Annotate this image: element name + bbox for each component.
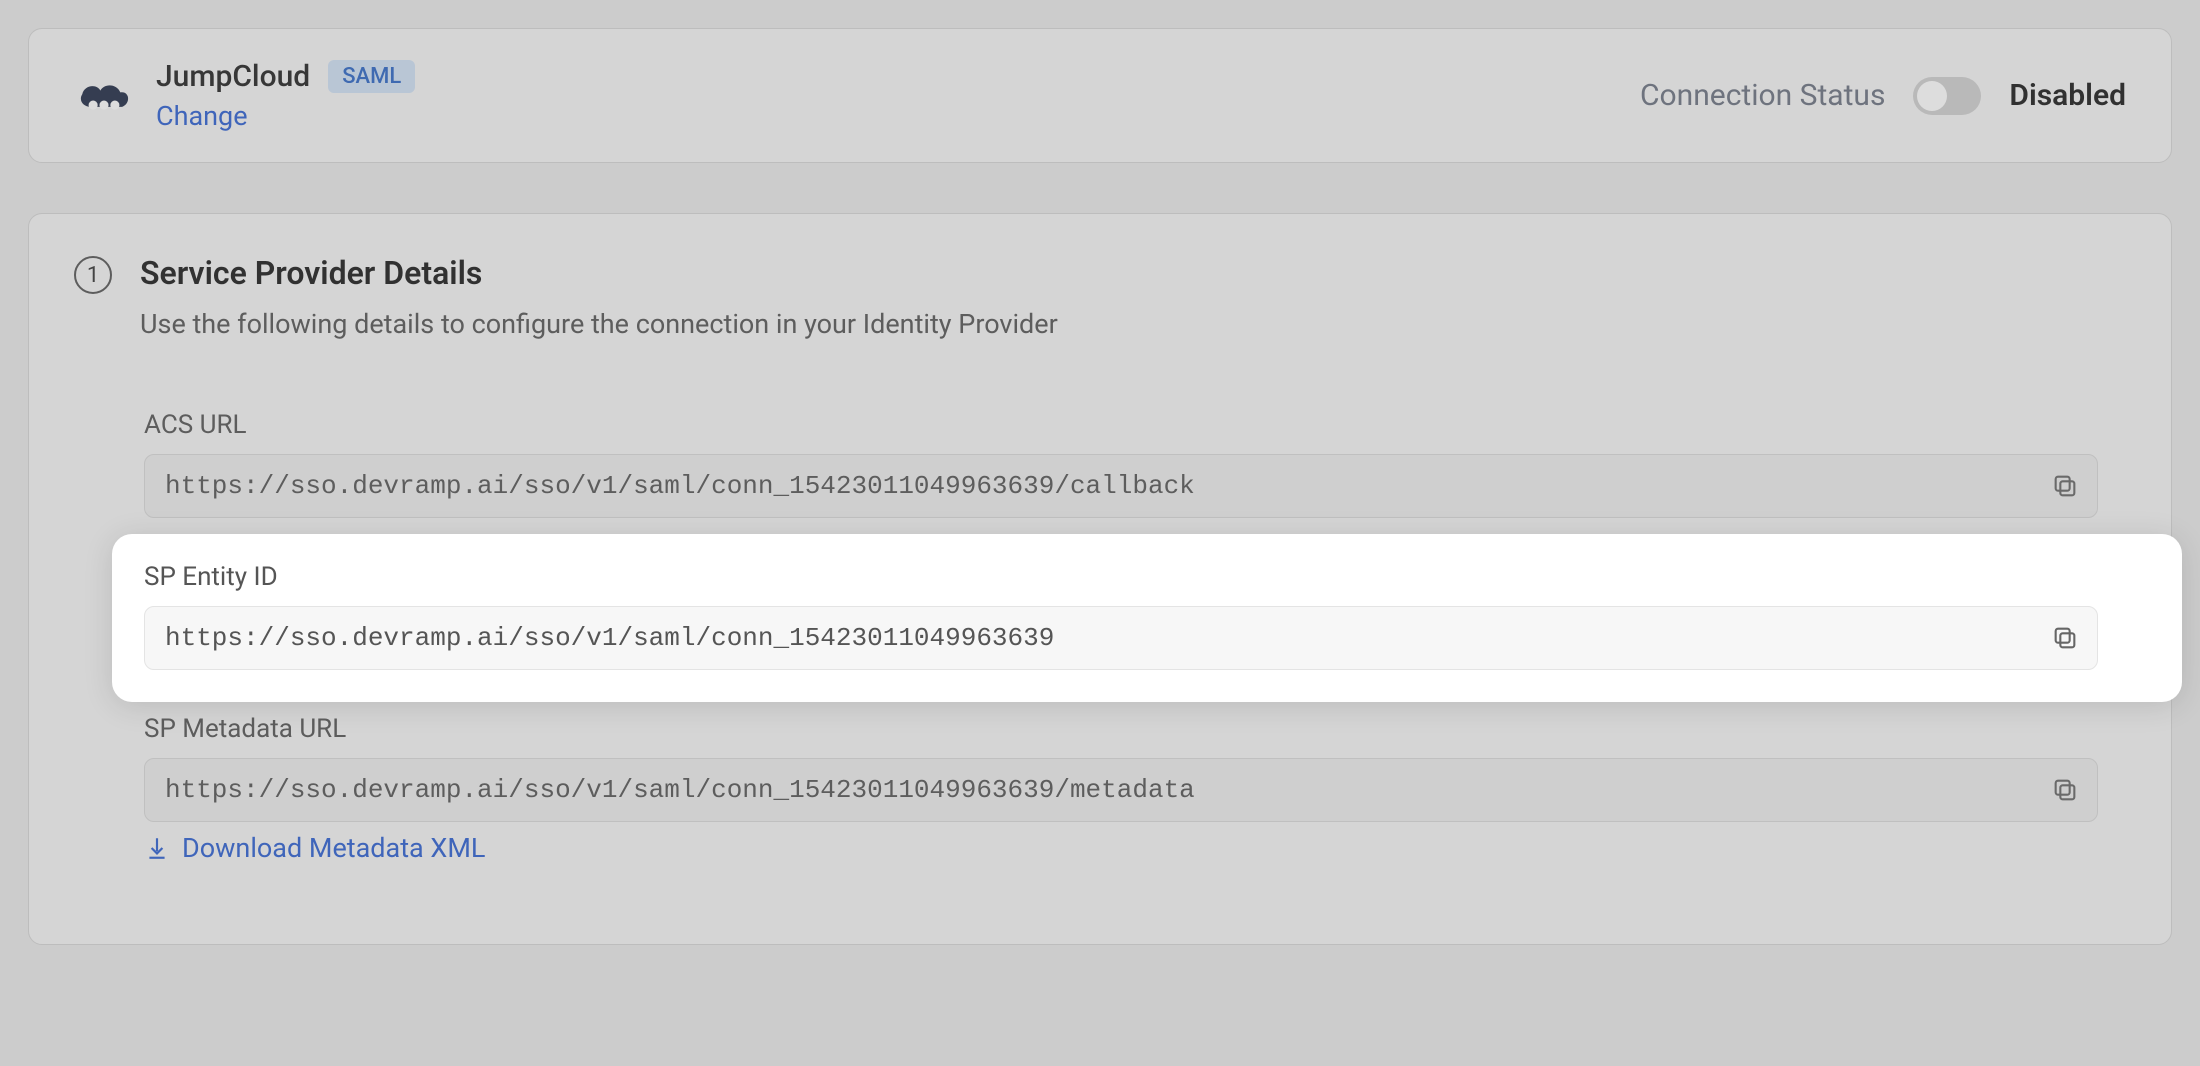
sp-metadata-url-value[interactable]: https://sso.devramp.ai/sso/v1/saml/conn_… [145, 759, 2033, 821]
sp-entity-id-label: SP Entity ID [144, 562, 2098, 592]
provider-name: JumpCloud [156, 59, 310, 94]
section-subtitle: Use the following details to configure t… [140, 308, 1058, 340]
jumpcloud-icon [74, 66, 134, 126]
copy-icon [2051, 624, 2079, 652]
service-provider-details-card: 1 Service Provider Details Use the follo… [28, 213, 2172, 945]
fields-wrap: ACS URL https://sso.devramp.ai/sso/v1/sa… [74, 390, 2126, 889]
section-header-text: Service Provider Details Use the followi… [140, 254, 1058, 340]
copy-metadata-button[interactable] [2033, 759, 2097, 821]
acs-url-label: ACS URL [144, 410, 2098, 440]
copy-icon [2051, 776, 2079, 804]
sp-metadata-url-row: https://sso.devramp.ai/sso/v1/saml/conn_… [144, 758, 2098, 822]
download-icon [144, 835, 170, 861]
connection-status-value: Disabled [2009, 78, 2126, 113]
provider-text: JumpCloud SAML Change [156, 59, 415, 132]
download-metadata-link[interactable]: Download Metadata XML [144, 832, 485, 864]
protocol-badge: SAML [328, 60, 415, 93]
acs-url-row: https://sso.devramp.ai/sso/v1/saml/conn_… [144, 454, 2098, 518]
copy-acs-button[interactable] [2033, 455, 2097, 517]
sp-entity-id-row: https://sso.devramp.ai/sso/v1/saml/conn_… [144, 606, 2098, 670]
change-link[interactable]: Change [156, 100, 415, 132]
connection-status-label: Connection Status [1640, 78, 1885, 113]
acs-url-value[interactable]: https://sso.devramp.ai/sso/v1/saml/conn_… [145, 455, 2033, 517]
copy-entity-button[interactable] [2033, 607, 2097, 669]
sp-entity-id-field: SP Entity ID https://sso.devramp.ai/sso/… [144, 542, 2126, 694]
section-title: Service Provider Details [140, 254, 1058, 292]
provider-block: JumpCloud SAML Change [74, 59, 415, 132]
step-number: 1 [74, 256, 112, 294]
provider-title-row: JumpCloud SAML [156, 59, 415, 94]
acs-url-field: ACS URL https://sso.devramp.ai/sso/v1/sa… [144, 390, 2126, 542]
connection-toggle[interactable] [1913, 77, 1981, 115]
sp-entity-id-value[interactable]: https://sso.devramp.ai/sso/v1/saml/conn_… [145, 607, 2033, 669]
connection-status-block: Connection Status Disabled [1640, 77, 2126, 115]
sp-metadata-url-field: SP Metadata URL https://sso.devramp.ai/s… [144, 694, 2126, 889]
connection-header-card: JumpCloud SAML Change Connection Status … [28, 28, 2172, 163]
sp-metadata-url-label: SP Metadata URL [144, 714, 2098, 744]
toggle-knob [1917, 81, 1947, 111]
section-header: 1 Service Provider Details Use the follo… [74, 254, 2126, 340]
copy-icon [2051, 472, 2079, 500]
download-metadata-label: Download Metadata XML [182, 832, 485, 864]
